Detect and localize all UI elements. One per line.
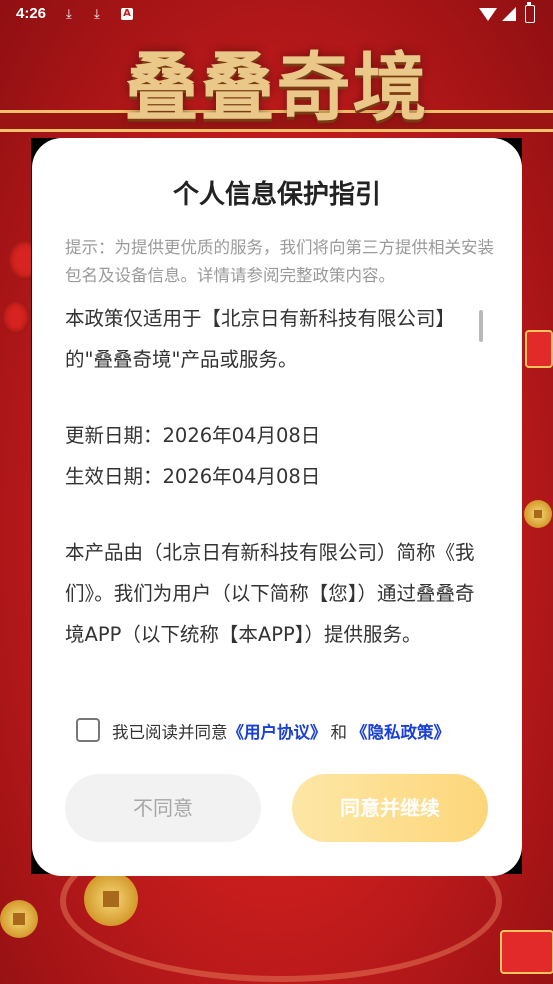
dialog-title: 个人信息保护指引 [172,180,381,210]
policy-update-date: 更新日期：2026年04月08日 [65,424,321,447]
lantern-decoration [2,300,30,334]
user-agreement-link[interactable]: 《用户协议》 [228,723,327,742]
download-icon: ⤓ [66,7,72,22]
dialog-hint: 提示：为提供更优质的服务，我们将向第三方提供相关安装包名及设备信息。详情请参阅完… [65,238,494,285]
red-envelope-decoration [525,330,553,368]
policy-body: 本产品由（北京日有新科技有限公司）简称《我们》。我们为用户（以下简称【您】）通过… [65,541,475,646]
a-icon: A [121,8,133,20]
disagree-button[interactable]: 不同意 [65,774,261,842]
agree-continue-button[interactable]: 同意并继续 [292,774,488,842]
status-bar: 4:26 ⤓ ⤓ A [0,0,553,30]
red-envelope-decoration [500,930,553,974]
gold-coin-decoration [524,500,552,528]
battery-icon [525,2,535,23]
gold-coin-decoration [0,900,38,938]
consent-and: 和 [330,723,348,742]
policy-scrollbar[interactable] [479,310,483,342]
policy-effective-date: 生效日期：2026年04月08日 [65,465,321,488]
wifi-icon [479,8,497,21]
signal-icon [502,7,516,21]
policy-text-scroll[interactable]: 本政策仅适用于【北京日有新科技有限公司】的"叠叠奇境"产品或服务。 更新日期：2… [65,298,485,680]
download-icon: ⤓ [94,7,100,22]
privacy-dialog: 个人信息保护指引 提示：为提供更优质的服务，我们将向第三方提供相关安装包名及设备… [32,138,522,876]
consent-text: 我已阅读并同意《用户协议》和《隐私政策》 [112,719,450,743]
status-time: 4:26 [16,5,47,22]
game-title-banner: 叠叠奇境 [124,45,429,131]
consent-checkbox[interactable] [76,718,100,742]
privacy-policy-link[interactable]: 《隐私政策》 [351,723,450,742]
policy-intro: 本政策仅适用于【北京日有新科技有限公司】的"叠叠奇境"产品或服务。 [65,307,456,371]
consent-prefix: 我已阅读并同意 [112,723,228,742]
